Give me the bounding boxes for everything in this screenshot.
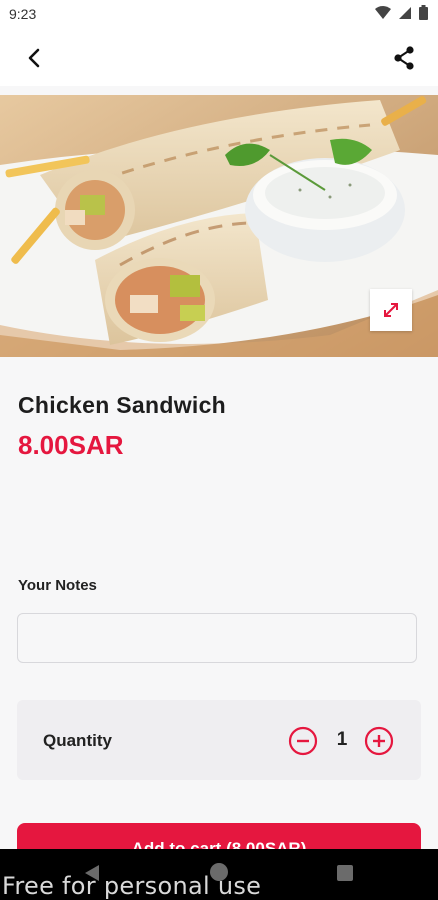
nav-recent-apps-icon[interactable]: [337, 865, 353, 881]
quantity-increase-button[interactable]: [364, 726, 394, 756]
wifi-icon: [375, 5, 391, 19]
product-name: Chicken Sandwich: [18, 392, 227, 418]
status-time: 9:23: [9, 6, 37, 22]
battery-icon: [419, 5, 428, 20]
app-bar: [0, 28, 438, 86]
back-button[interactable]: [18, 42, 50, 74]
notes-label: Your Notes: [18, 577, 97, 594]
share-button[interactable]: [388, 42, 420, 74]
quantity-decrease-button[interactable]: [288, 726, 318, 756]
signal-icon: [399, 6, 411, 19]
expand-image-button[interactable]: [370, 289, 412, 331]
product-price: 8.00SAR: [18, 430, 124, 460]
minus-circle-icon: [288, 726, 318, 756]
share-icon: [394, 46, 414, 70]
quantity-label: Quantity: [43, 731, 112, 750]
watermark-text: Free for personal use: [2, 872, 262, 900]
chevron-left-icon: [28, 48, 40, 68]
status-icons: [375, 5, 428, 20]
quantity-card: Quantity 1: [17, 700, 421, 780]
status-bar: 9:23: [0, 0, 438, 28]
plus-circle-icon: [364, 726, 394, 756]
notes-input[interactable]: [17, 613, 417, 663]
expand-icon: [384, 303, 398, 317]
quantity-value: 1: [336, 729, 348, 750]
